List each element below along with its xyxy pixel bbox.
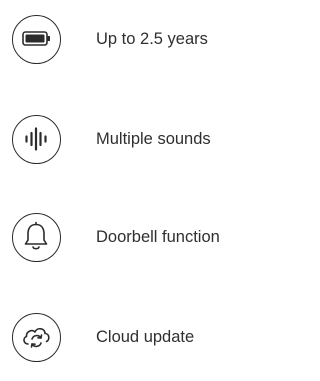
feature-doorbell: Doorbell function [0, 208, 272, 268]
feature-cloud-update: Cloud update [0, 308, 272, 368]
feature-battery: Up to 2.5 years [0, 10, 272, 70]
feature-label-sounds: Multiple sounds [96, 130, 211, 148]
cloud-sync-icon [12, 313, 61, 362]
battery-icon [12, 15, 61, 64]
feature-label-doorbell: Doorbell function [96, 228, 220, 246]
bell-icon [12, 213, 61, 262]
feature-label-battery: Up to 2.5 years [96, 30, 208, 48]
bell-icon-graphic [24, 221, 48, 250]
feature-label-cloud-update: Cloud update [96, 328, 195, 346]
cloud-sync-icon-graphic [23, 328, 50, 348]
battery-icon-graphic [22, 31, 50, 46]
sound-wave-icon [12, 115, 61, 164]
feature-sounds: Multiple sounds [0, 110, 272, 170]
sound-wave-icon-graphic [25, 127, 47, 151]
